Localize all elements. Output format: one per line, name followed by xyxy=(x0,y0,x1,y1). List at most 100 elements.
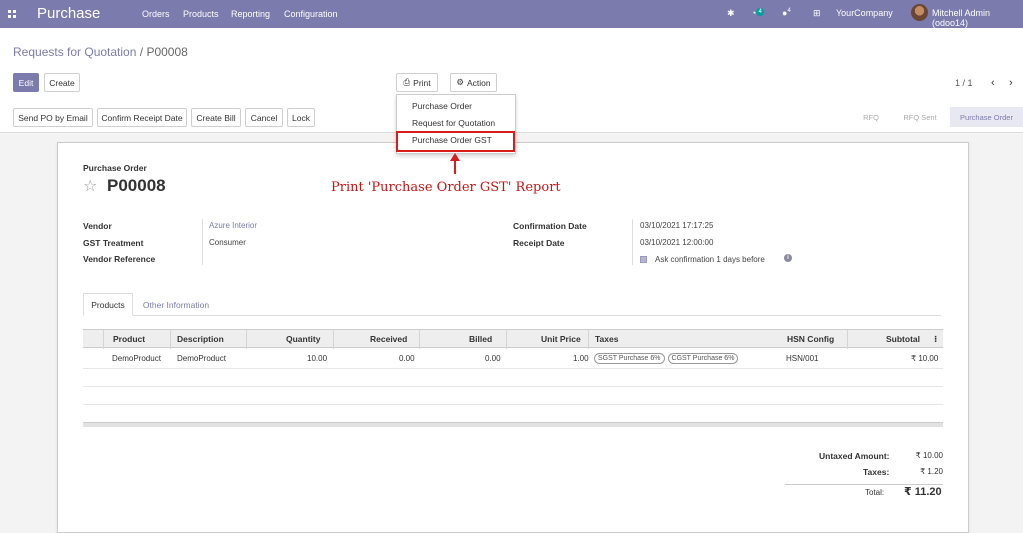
apps-menu-icon[interactable] xyxy=(8,10,16,18)
action-button[interactable]: ⚙ Action xyxy=(450,73,497,92)
col-subtotal[interactable]: Subtotal xyxy=(886,334,920,344)
cell-product[interactable]: DemoProduct xyxy=(112,354,161,363)
tab-other-information[interactable]: Other Information xyxy=(136,293,216,316)
col-billed[interactable]: Billed xyxy=(469,334,492,344)
bug-icon[interactable]: ✱ xyxy=(727,8,735,19)
status-rfq-sent[interactable]: RFQ Sent xyxy=(893,107,947,127)
action-label: Action xyxy=(467,77,491,88)
ask-confirmation-prefix: Ask confirmation xyxy=(655,255,715,264)
gear-icon: ⚙ xyxy=(456,77,464,87)
print-rfq-item[interactable]: Request for Quotation xyxy=(412,118,495,128)
pager-next-icon[interactable]: › xyxy=(1009,77,1013,89)
create-button[interactable]: Create xyxy=(44,73,80,92)
gst-treatment-value[interactable]: Consumer xyxy=(209,238,246,247)
untaxed-amount-label: Untaxed Amount: xyxy=(819,451,890,461)
row-divider xyxy=(83,368,943,369)
cell-hsn[interactable]: HSN/001 xyxy=(786,354,818,363)
confirmation-date-value[interactable]: 03/10/2021 17:17:25 xyxy=(640,221,713,230)
print-icon: ⎙ xyxy=(403,77,411,87)
taxes-value: ₹ 1.20 xyxy=(920,467,943,476)
tab-products[interactable]: Products xyxy=(83,293,133,316)
vendor-value[interactable]: Azure Interior xyxy=(209,221,257,230)
column-divider xyxy=(419,330,420,349)
column-options-icon[interactable]: ⁝ xyxy=(934,334,937,345)
menu-reporting[interactable]: Reporting xyxy=(231,9,270,19)
cell-received[interactable]: 0.00 xyxy=(399,354,415,363)
col-product[interactable]: Product xyxy=(113,334,145,344)
column-divider xyxy=(246,330,247,349)
vendor-reference-label: Vendor Reference xyxy=(83,254,156,264)
activity-icon[interactable]: ◔ 4 xyxy=(751,8,764,18)
app-title[interactable]: Purchase xyxy=(37,5,100,22)
column-divider xyxy=(103,330,104,349)
cell-description[interactable]: DemoProduct xyxy=(177,354,226,363)
cell-quantity[interactable]: 10.00 xyxy=(307,354,327,363)
ask-confirmation-text: Ask confirmation 1 days before xyxy=(655,255,765,264)
col-received[interactable]: Received xyxy=(370,334,407,344)
annotation-text: Print 'Purchase Order GST' Report xyxy=(331,180,561,195)
column-divider xyxy=(847,330,848,349)
send-po-email-button[interactable]: Send PO by Email xyxy=(13,108,93,127)
menu-orders[interactable]: Orders xyxy=(142,9,170,19)
gift-icon[interactable]: ⊞ xyxy=(813,8,821,19)
chat-count: 4 xyxy=(787,8,791,14)
print-button[interactable]: ⎙ Print xyxy=(396,73,438,92)
document-name: P00008 xyxy=(107,176,166,195)
edit-button[interactable]: Edit xyxy=(13,73,39,92)
ask-confirmation-suffix: days before xyxy=(723,255,765,264)
cell-billed[interactable]: 0.00 xyxy=(485,354,501,363)
menu-configuration[interactable]: Configuration xyxy=(284,9,338,19)
col-description[interactable]: Description xyxy=(177,334,224,344)
cell-taxes[interactable]: SGST Purchase 6% CGST Purchase 6% xyxy=(594,353,741,364)
vendor-label: Vendor xyxy=(83,221,112,231)
chat-icon[interactable]: ●4 xyxy=(782,8,791,18)
info-icon[interactable]: i xyxy=(784,254,792,262)
ask-confirmation-days[interactable]: 1 xyxy=(716,255,720,264)
confirmation-date-label: Confirmation Date xyxy=(513,221,587,231)
ask-confirmation-checkbox[interactable] xyxy=(640,256,647,263)
avatar[interactable] xyxy=(911,4,928,21)
total-value: ₹ 11.20 xyxy=(904,486,942,498)
row-divider xyxy=(83,404,943,405)
column-divider xyxy=(506,330,507,349)
col-unit-price[interactable]: Unit Price xyxy=(541,334,581,344)
field-divider-left xyxy=(202,219,203,265)
field-divider-right xyxy=(632,219,633,265)
confirm-receipt-date-button[interactable]: Confirm Receipt Date xyxy=(97,108,187,127)
order-lines-header: Product Description Quantity Received Bi… xyxy=(83,329,943,349)
col-hsn-config[interactable]: HSN Config xyxy=(787,334,834,344)
company-switcher[interactable]: YourCompany xyxy=(836,8,893,18)
total-label: Total: xyxy=(865,488,885,497)
column-divider xyxy=(333,330,334,349)
lock-button[interactable]: Lock xyxy=(287,108,315,127)
status-purchase-order[interactable]: Purchase Order xyxy=(950,107,1023,127)
cancel-button[interactable]: Cancel xyxy=(245,108,283,127)
gst-treatment-label: GST Treatment xyxy=(83,238,144,248)
taxes-label: Taxes: xyxy=(863,467,890,477)
highlight-box xyxy=(396,131,515,152)
activity-badge: 4 xyxy=(756,8,764,16)
col-taxes[interactable]: Taxes xyxy=(595,334,618,344)
form-sheet: Purchase Order ☆ P00008 Vendor Azure Int… xyxy=(57,142,969,533)
column-divider xyxy=(588,330,589,349)
star-icon[interactable]: ☆ xyxy=(83,176,97,196)
table-footer xyxy=(83,422,943,427)
cell-unit-price[interactable]: 1.00 xyxy=(573,354,589,363)
breadcrumb: Requests for Quotation / P00008 xyxy=(13,45,188,59)
menu-products[interactable]: Products xyxy=(183,9,219,19)
breadcrumb-separator: / xyxy=(139,45,144,59)
receipt-date-value[interactable]: 03/10/2021 12:00:00 xyxy=(640,238,713,247)
pager-prev-icon[interactable]: ‹ xyxy=(991,77,995,89)
print-purchase-order-item[interactable]: Purchase Order xyxy=(412,101,472,111)
untaxed-amount-value: ₹ 10.00 xyxy=(915,451,943,460)
breadcrumb-current: P00008 xyxy=(146,45,188,59)
col-quantity[interactable]: Quantity xyxy=(286,334,320,344)
user-menu[interactable]: Mitchell Admin (odoo14) xyxy=(932,8,1023,28)
cell-subtotal: ₹ 10.00 xyxy=(911,354,939,363)
document-kind: Purchase Order xyxy=(83,163,147,173)
pager-value[interactable]: 1 / 1 xyxy=(955,78,973,88)
status-rfq[interactable]: RFQ xyxy=(852,107,890,127)
create-bill-button[interactable]: Create Bill xyxy=(191,108,241,127)
column-divider xyxy=(170,330,171,349)
breadcrumb-parent[interactable]: Requests for Quotation xyxy=(13,45,136,59)
